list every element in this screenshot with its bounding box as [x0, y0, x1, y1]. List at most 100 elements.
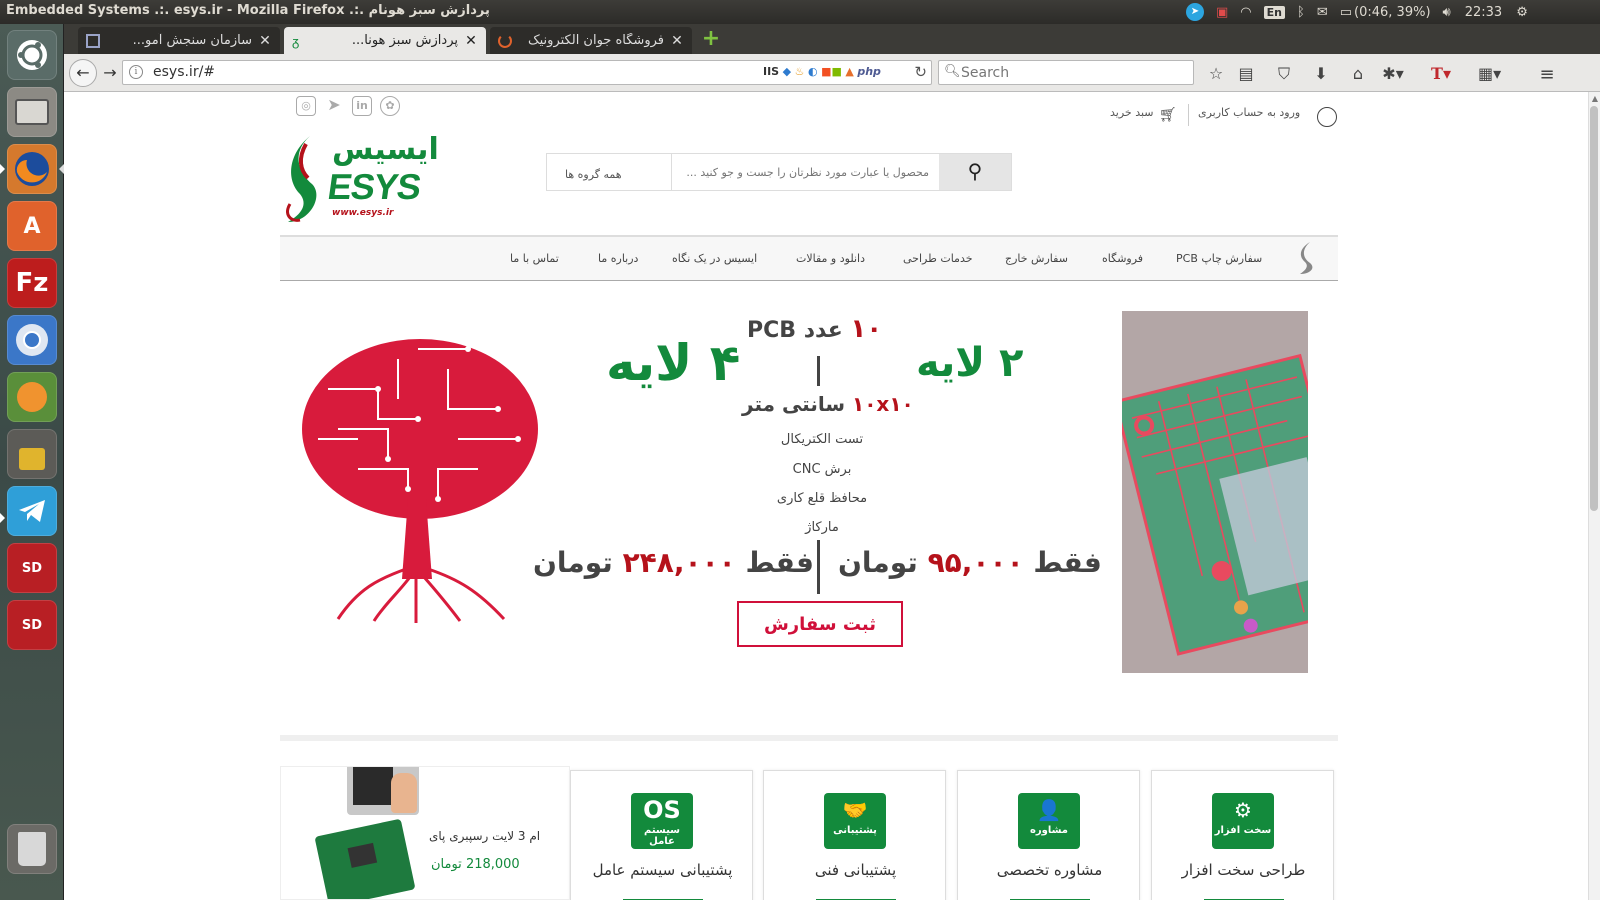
cart-link[interactable]: سبد خرید	[1110, 106, 1154, 119]
site-search-input[interactable]	[671, 154, 939, 190]
divider	[1188, 104, 1189, 126]
search-category-select[interactable]: همه گروه ها	[565, 168, 622, 181]
service-card-support[interactable]: 🤝 پشتیبانی پشتیبانی فنی	[763, 770, 946, 900]
search-button[interactable]: ⚲	[939, 154, 1011, 190]
scrollbar[interactable]: ▲	[1588, 92, 1600, 900]
ubuntu-dash-icon[interactable]	[7, 30, 57, 80]
nav-pcb-order[interactable]: سفارش چاپ PCB	[1176, 252, 1262, 265]
browser-search-bar[interactable]: 🔍︎ Search	[938, 60, 1194, 85]
downloads-icon[interactable]: ⬇	[1310, 64, 1332, 83]
ubuntu-software-icon[interactable]: A	[7, 201, 57, 251]
tab-javan-electronic[interactable]: فروشگاه جوان الکترونیک ✕	[490, 27, 692, 54]
service-card-os-support[interactable]: OS سیستم عامل پشتیبانی سیستم عامل	[570, 770, 753, 900]
close-icon[interactable]: ✕	[670, 33, 684, 49]
section-divider	[280, 735, 1338, 741]
telegram-tray-icon[interactable]: ➤	[1186, 3, 1204, 21]
gear-icon[interactable]: ⚙	[1516, 5, 1528, 20]
filezilla-icon[interactable]: Fz	[7, 258, 57, 308]
mail-icon[interactable]: ✉	[1317, 5, 1328, 20]
battery-status[interactable]: (0:46, 39%)	[1354, 5, 1431, 20]
instagram-icon[interactable]: ◎	[296, 96, 316, 116]
network-error-icon[interactable]: ▣	[1216, 5, 1228, 20]
sd-card-icon[interactable]: SD	[7, 600, 57, 650]
nav-foreign-order[interactable]: سفارش خارج	[1005, 252, 1068, 265]
pocket-icon[interactable]: ⛉	[1273, 64, 1295, 84]
login-link[interactable]: ورود به حساب کاربری	[1198, 106, 1300, 119]
price-number: ۹۵,۰۰۰	[927, 546, 1024, 579]
volume-icon[interactable]: 🔊︎	[1443, 5, 1451, 20]
place-order-button[interactable]: ثبت سفارش	[737, 601, 903, 647]
aparat-icon[interactable]: ✿	[380, 96, 400, 116]
wappalyzer-icons[interactable]: IIS ◆ ♨ ◐ ■■ ▲ php	[763, 65, 881, 78]
tab-title: فروشگاه جوان الکترونیک	[528, 33, 664, 48]
firefox-icon[interactable]	[7, 144, 57, 194]
os-icon: OS سیستم عامل	[631, 793, 693, 849]
product-image-touchscreen[interactable]	[347, 767, 419, 815]
new-tab-button[interactable]: +	[701, 28, 721, 50]
home-icon[interactable]: ⌂	[1347, 64, 1369, 83]
files-icon[interactable]	[7, 87, 57, 137]
keyboard-layout-indicator[interactable]: En	[1263, 5, 1285, 19]
user-icon[interactable]	[1317, 107, 1337, 127]
nav-logo-icon[interactable]	[1296, 241, 1320, 275]
linkedin-icon[interactable]: in	[352, 96, 372, 116]
nav-design-services[interactable]: خدمات طراحی	[903, 252, 973, 265]
product-name[interactable]: ام 3 لایت رسپبری پای	[429, 829, 540, 843]
active-app-arrow	[0, 513, 5, 523]
service-card-consulting[interactable]: 👤 مشاوره مشاوره تخصصی	[957, 770, 1140, 900]
url-text[interactable]: esys.ir/#	[153, 64, 215, 80]
loading-icon	[498, 33, 512, 48]
service-title: پشتیبانی فنی	[814, 861, 897, 879]
tab-esys[interactable]: ᵹ پردازش سبز هونا... ✕	[284, 27, 486, 54]
bluetooth-icon[interactable]: ᛒ	[1297, 5, 1305, 20]
chromium-icon[interactable]	[7, 315, 57, 365]
logo-url-text: www.esys.ir	[332, 208, 394, 218]
nav-downloads[interactable]: دانلود و مقالات	[796, 252, 865, 265]
esys-logo[interactable]: ایسیس ESYS www.esys.ir	[280, 130, 439, 226]
addon-icon[interactable]: ▦▾	[1478, 64, 1501, 83]
back-button[interactable]: ←	[69, 59, 97, 87]
password-manager-icon[interactable]	[7, 429, 57, 479]
sd-card-icon[interactable]: SD	[7, 543, 57, 593]
clock[interactable]: 22:33	[1465, 5, 1502, 20]
bookmark-star-icon[interactable]: ☆	[1205, 64, 1227, 83]
cart-icon[interactable]: 🛒︎	[1159, 107, 1177, 123]
product-price: 218,000 تومان	[431, 857, 520, 872]
service-title: مشاوره تخصصی	[996, 861, 1103, 879]
site-search: همه گروه ها ⚲	[546, 153, 1012, 191]
trash-icon[interactable]	[7, 824, 57, 874]
eclipse-icon[interactable]	[7, 372, 57, 422]
price-unit: تومان	[533, 546, 613, 579]
translate-icon[interactable]: T▾	[1430, 64, 1452, 83]
reading-list-icon[interactable]: ▤	[1235, 64, 1257, 83]
scrollbar-thumb[interactable]	[1590, 106, 1598, 511]
nav-contact[interactable]: تماس با ما	[510, 252, 559, 265]
site-info-icon[interactable]: i	[129, 65, 143, 79]
url-bar[interactable]: i esys.ir/# IIS ◆ ♨ ◐ ■■ ▲ php ↻	[122, 60, 932, 85]
window-title: Embedded Systems .:. esys.ir - Mozilla F…	[6, 3, 490, 18]
service-card-hardware[interactable]: ⚙ سخت افزار طراحی سخت افزار	[1151, 770, 1334, 900]
pcb-render-image	[1122, 311, 1308, 673]
telegram-icon[interactable]: ➤	[324, 96, 344, 116]
product-list: ام 3 لایت رسپبری پای 218,000 تومان	[280, 766, 570, 900]
reload-icon[interactable]: ↻	[914, 63, 927, 81]
price-prefix: فقط	[1033, 546, 1102, 579]
handshake-icon: 🤝 پشتیبانی	[824, 793, 886, 849]
nav-shop[interactable]: فروشگاه	[1102, 252, 1143, 265]
menu-icon[interactable]: ≡	[1536, 64, 1558, 85]
wifi-icon[interactable]: ◠	[1240, 5, 1251, 20]
logo-english-text: ESYS	[325, 166, 423, 207]
close-icon[interactable]: ✕	[464, 33, 478, 49]
chevron-up-icon[interactable]: ▲	[1592, 94, 1598, 103]
product-image-compute-module[interactable]	[314, 818, 416, 899]
telegram-icon[interactable]	[7, 486, 57, 536]
extension-icon[interactable]: ✱▾	[1382, 64, 1404, 83]
four-layer-label: ۴ لایه	[606, 334, 741, 392]
close-icon[interactable]: ✕	[258, 33, 272, 49]
nav-about-glance[interactable]: ایسیس در یک نگاه	[672, 252, 757, 265]
forward-button[interactable]: →	[100, 64, 120, 84]
tab-sanjesh[interactable]: سازمان سنجش آمو... ✕	[78, 27, 280, 54]
nav-about-us[interactable]: درباره ما	[598, 252, 638, 265]
battery-icon[interactable]: ▭	[1340, 5, 1352, 20]
hardware-icon: ⚙ سخت افزار	[1212, 793, 1274, 849]
